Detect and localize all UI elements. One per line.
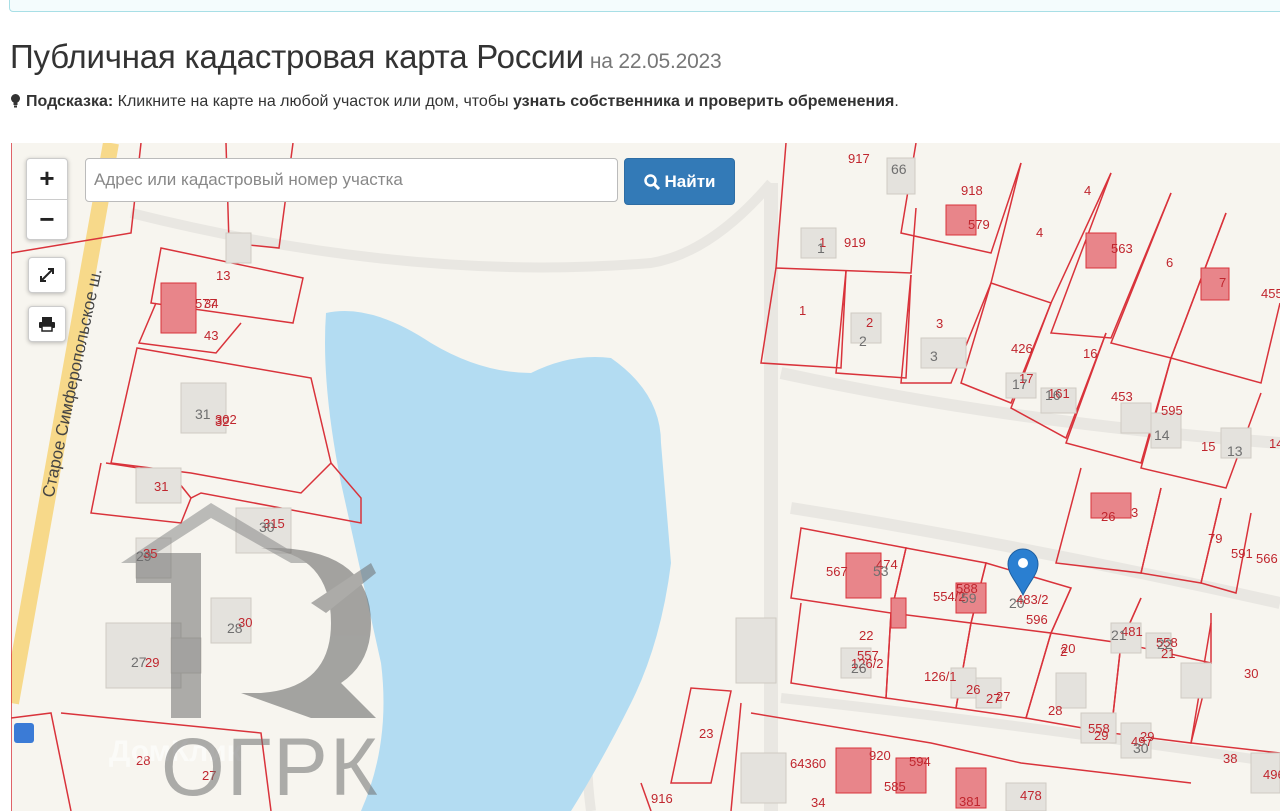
- print-button[interactable]: [28, 306, 66, 342]
- lightbulb-icon: [11, 94, 20, 108]
- search-button-label: Найти: [664, 171, 716, 191]
- hint-end: .: [894, 93, 899, 110]
- page-title: Публичная кадастровая карта России на 22.…: [10, 38, 722, 76]
- zoom-control: + −: [26, 158, 68, 240]
- search-icon: [643, 173, 660, 190]
- search-button[interactable]: Найти: [624, 158, 735, 205]
- address-search-input[interactable]: [85, 158, 618, 202]
- page-date-label: на 22.05.2023: [589, 50, 722, 73]
- hint-text: Кликните на карте на любой участок или д…: [113, 93, 513, 110]
- page-title-text: Публичная кадастровая карта России: [10, 38, 584, 75]
- zoom-in-button[interactable]: +: [27, 159, 67, 199]
- info-alert-strip: [9, 0, 1280, 12]
- fullscreen-button[interactable]: [28, 257, 66, 293]
- map-marker-icon[interactable]: [1006, 548, 1040, 596]
- hint-label: Подсказка:: [26, 93, 114, 110]
- fullscreen-icon: [40, 268, 54, 282]
- watermark-ogrk-text: ОГРК: [161, 722, 380, 811]
- hint-emphasis: узнать собственника и проверить обремене…: [512, 93, 895, 110]
- print-icon: [39, 317, 55, 332]
- zoom-out-button[interactable]: −: [27, 199, 67, 240]
- map-canvas[interactable]: [11, 143, 1280, 811]
- cadastral-map[interactable]: 917 918 579 4 4 563 6 7 455 1 919 1 2 3 426 16 17 161 453 5…: [11, 143, 1280, 811]
- map-provider-icon: [14, 723, 34, 743]
- hint-line: Подсказка: Кликните на карте на любой уч…: [11, 93, 899, 111]
